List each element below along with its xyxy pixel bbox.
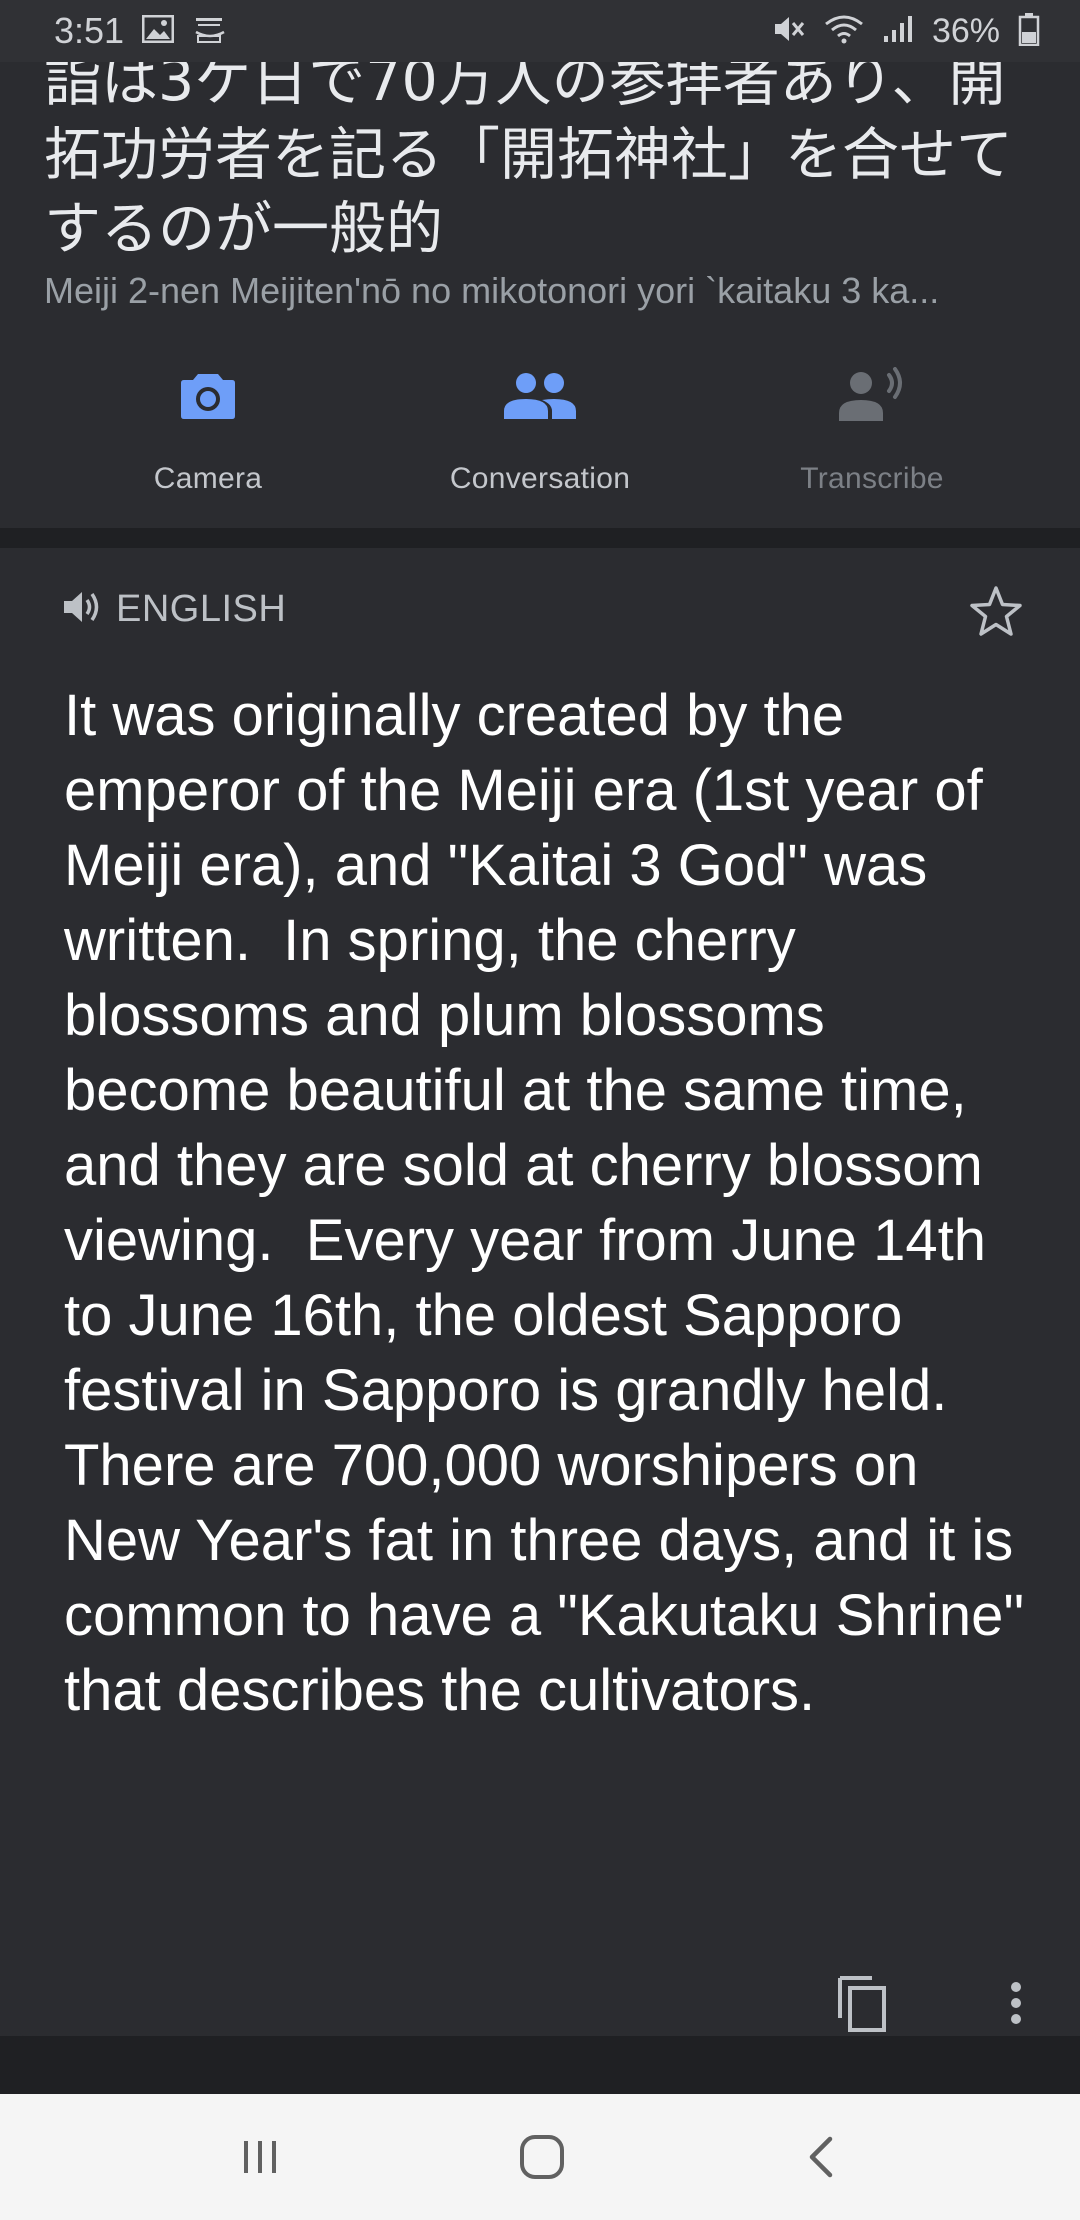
camera-icon (168, 360, 248, 430)
source-panel: 詣は3ケ日で70万人の参拝者あり、開拓功労者を記る「開拓神社」を合せてするのが一… (0, 0, 1080, 528)
system-nav-bar (0, 2094, 1080, 2220)
star-icon[interactable] (966, 582, 1026, 642)
conversation-mode-button[interactable]: Conversation (410, 360, 670, 510)
transcribe-icon (832, 360, 912, 430)
conversation-icon (500, 360, 580, 430)
battery-percent: 36% (931, 11, 1000, 50)
conversation-mode-label: Conversation (449, 462, 631, 495)
bottom-strip (0, 2036, 1080, 2094)
transcribe-mode-label: Transcribe (800, 462, 944, 495)
camera-mode-button[interactable]: Camera (78, 360, 338, 510)
more-options-icon[interactable] (986, 1968, 1046, 2038)
back-icon[interactable] (782, 2124, 862, 2190)
transcribe-mode-button[interactable]: Transcribe (742, 360, 1002, 510)
source-romanization: Meiji 2-nen Meijiten'nō no mikotonori yo… (44, 270, 940, 311)
gallery-icon (141, 14, 175, 48)
translation-text[interactable]: It was originally created by the emperor… (64, 678, 1044, 1728)
recents-icon[interactable] (220, 2124, 300, 2190)
speaker-icon[interactable] (62, 588, 102, 631)
mute-icon (772, 14, 806, 49)
wifi-icon (824, 14, 864, 49)
screen: 詣は3ケ日で70万人の参拝者あり、開拓功労者を記る「開拓神社」を合せてするのが一… (0, 0, 1080, 2220)
translation-header: ENGLISH (62, 588, 286, 631)
camera-mode-label: Camera (153, 462, 263, 495)
source-text[interactable]: 詣は3ケ日で70万人の参拝者あり、開拓功労者を記る「開拓神社」を合せてするのが一… (44, 44, 1044, 266)
home-icon[interactable] (502, 2124, 582, 2190)
section-divider (0, 528, 1080, 548)
target-language-label: ENGLISH (116, 588, 287, 630)
status-bar: 3:51 36% (0, 0, 1080, 62)
amazon-notification-icon (192, 14, 228, 49)
copy-icon[interactable] (832, 1968, 902, 2038)
mode-row: Camera Conversation Transcribe (0, 360, 1080, 510)
battery-icon (1018, 12, 1040, 51)
translation-card: ENGLISH It was originally created by the… (20, 548, 1060, 2036)
status-time: 3:51 (54, 10, 125, 51)
signal-icon (882, 14, 914, 49)
